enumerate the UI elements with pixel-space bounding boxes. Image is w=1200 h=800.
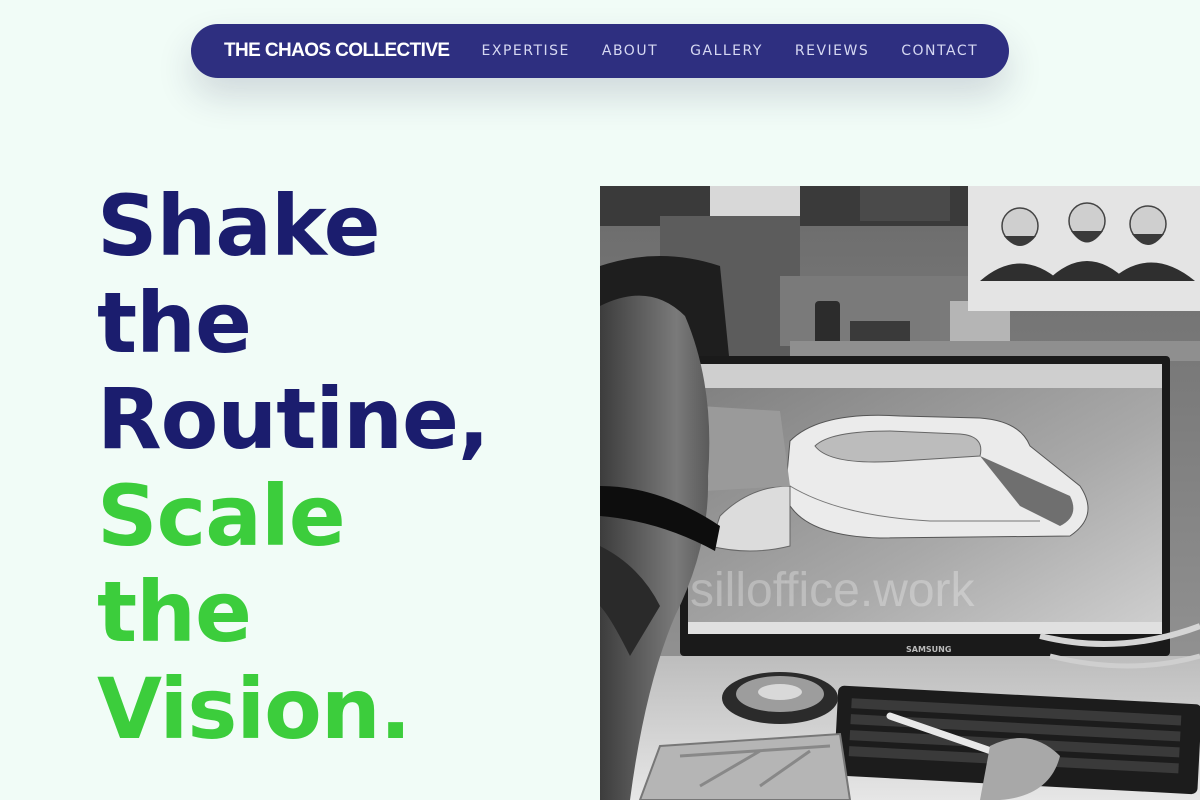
nav-link-gallery[interactable]: GALLERY <box>690 43 763 59</box>
headline-line: Shake <box>97 177 381 275</box>
nav-link-expertise[interactable]: EXPERTISE <box>482 43 570 59</box>
headline-line: the <box>97 273 252 372</box>
monitor-brand-label: SAMSUNG <box>906 645 951 654</box>
nav-link-about[interactable]: ABOUT <box>602 43 658 59</box>
hero-headline: Shake the Routine, Scale the Vision. <box>97 177 490 758</box>
nav-link-reviews[interactable]: REVIEWS <box>795 43 869 59</box>
brand-logo-link[interactable]: THE CHAOS COLLECTIVE <box>224 40 450 62</box>
headline-accent-line: Scale <box>97 466 346 565</box>
page: THE CHAOS COLLECTIVE EXPERTISE ABOUT GAL… <box>0 0 1200 800</box>
nav-menu: EXPERTISE ABOUT GALLERY REVIEWS CONTACT <box>482 43 979 59</box>
headline-accent-line: Vision. <box>97 659 412 758</box>
nav-link-contact[interactable]: CONTACT <box>901 43 978 59</box>
top-navbar: THE CHAOS COLLECTIVE EXPERTISE ABOUT GAL… <box>191 24 1009 78</box>
office-photo-illustration: silloffice.work SAMSUNG <box>600 186 1200 800</box>
headline-line: Routine, <box>97 370 490 468</box>
photo-watermark: silloffice.work <box>690 564 976 617</box>
headline-accent-line: the <box>97 563 252 661</box>
hero-photo: silloffice.work SAMSUNG <box>600 186 1200 800</box>
